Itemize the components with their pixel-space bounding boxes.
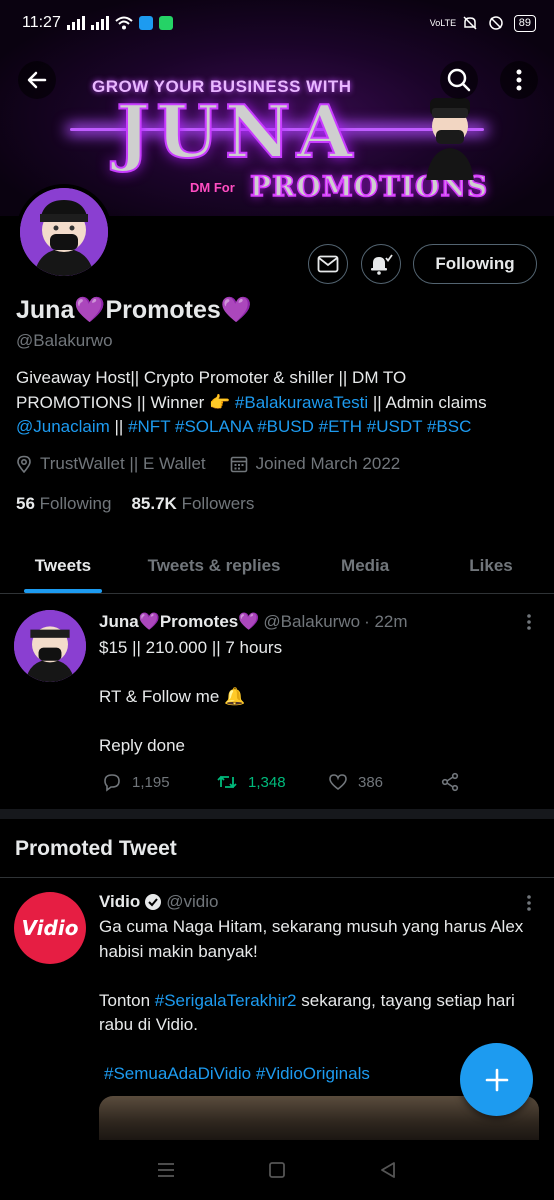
following-button[interactable]: Following [413,244,537,284]
tweet-actions: 1,195 1,348 386 [102,772,460,792]
profile-joined-date: Joined March 2022 [255,454,401,473]
tweet-header: Vidio @vidio [99,892,218,912]
tweet-text-paragraph: Ga cuma Naga Hitam, sekarang musuh yang … [99,917,524,961]
banner-title: JUNA [115,89,359,174]
clock: 11:27 [22,14,61,31]
vidio-logo: Vidio [21,916,79,940]
retweet-count: 1,348 [248,773,286,791]
tab-media[interactable]: Media [302,538,428,593]
hashtag-link[interactable]: #SerigalaTerakhir2 [155,991,297,1010]
reply-count: 1,195 [132,773,170,791]
profile-tabs: Tweets Tweets & replies Media Likes [0,538,554,594]
wifi-icon [115,16,133,30]
location-icon [17,455,31,473]
following-count-link[interactable]: 56 Following [16,494,111,514]
tweet-text-part: Tonton [99,990,155,1010]
profile-handle: @Balakurwo [16,331,113,350]
avatar-image [20,188,108,276]
like-button[interactable]: 386 [328,773,440,791]
tweet-author-name[interactable]: Juna💜Promotes💜 [99,612,259,632]
profile-name: Juna💜Promotes💜 [16,296,252,324]
share-icon [441,772,459,792]
mute-icon [463,16,477,30]
bio-line: Giveaway Host|| Crypto Promoter & shille… [16,368,407,387]
profile-location: TrustWallet || E Wallet [40,454,206,473]
vidio-avatar[interactable]: Vidio [14,892,86,964]
bio-mention-link[interactable]: @Junaclaim [16,417,110,436]
reply-icon [104,774,120,792]
compose-tweet-button[interactable] [460,1043,533,1116]
plus-icon [485,1068,508,1091]
section-divider [0,809,554,819]
tweet-avatar[interactable] [14,610,86,682]
tweet-text-line: $15 || 210.000 || 7 hours [99,638,283,657]
bio-line: @Junaclaim || #NFT #SOLANA #BUSD #ETH #U… [16,415,536,440]
bell-check-icon [371,254,393,275]
tab-likes[interactable]: Likes [428,538,554,593]
profile-bio: Giveaway Host|| Crypto Promoter & shille… [16,366,536,440]
signal-icon [66,16,85,30]
tweet-text-line: RT & Follow me 🔔 [99,687,246,706]
tab-tweets[interactable]: Tweets [0,538,126,593]
home-icon[interactable] [268,1161,286,1179]
tweet-author-handle: @Balakurwo [263,612,361,631]
message-button[interactable] [308,244,348,284]
back-nav-icon[interactable] [379,1161,397,1179]
tweet-timestamp: · 22m [364,612,408,631]
banner-character-image [426,98,474,180]
back-button[interactable] [18,61,56,99]
more-options-button[interactable] [500,61,538,99]
follow-counts: 56 Following 85.7K Followers [16,494,254,514]
retweet-button[interactable]: 1,348 [216,772,328,792]
retweet-icon [217,775,237,789]
verified-badge-icon [145,894,162,910]
search-icon [447,68,471,92]
bio-hashtag-link[interactable]: #BalakurawaTesti [235,393,368,412]
bio-line: PROMOTIONS || Winner 👉 #BalakurawaTesti … [16,391,536,416]
following-label: Following [39,494,112,513]
bio-text: PROMOTIONS || Winner 👉 [16,392,235,412]
profile-meta: TrustWallet || E Wallet Joined March 202… [16,454,400,474]
banner-dm-label: DM For [190,180,235,195]
bio-text: || [109,417,129,436]
twitter-notification-icon [138,16,153,30]
heart-icon [329,774,347,791]
recent-apps-icon[interactable] [157,1162,175,1178]
battery-indicator: 89 [513,14,536,32]
tweet-text-line: Reply done [99,736,186,755]
profile-avatar[interactable] [16,184,112,280]
signal-icon [90,16,109,30]
search-button[interactable] [440,61,478,99]
followers-count: 85.7K [131,494,177,513]
mail-icon [317,255,339,273]
tweet-author-handle: @vidio [166,892,219,911]
volte-label: VoLTE [429,17,457,28]
tab-tweets-replies[interactable]: Tweets & replies [126,538,302,593]
bio-text: || Admin claims [368,392,487,412]
calendar-icon [230,456,247,473]
share-button[interactable] [440,772,460,792]
notifications-button[interactable] [361,244,401,284]
whatsapp-notification-icon [158,16,173,30]
reply-button[interactable]: 1,195 [102,772,216,792]
more-vertical-icon [516,69,522,91]
tweet-text-paragraph: Tonton #SerigalaTerakhir2 sekarang, taya… [99,989,529,1038]
tweet-more-icon[interactable] [526,894,532,912]
like-count: 386 [358,773,384,791]
promoted-section-title: Promoted Tweet [15,837,177,860]
followers-count-link[interactable]: 85.7K Followers [131,494,254,514]
tweet-author-name[interactable]: Vidio [99,892,140,912]
tweet-text: $15 || 210.000 || 7 hours RT & Follow me… [99,636,529,759]
status-bar: 11:27 VoLTE 89 [0,0,554,46]
tweet-more-icon[interactable] [526,613,532,631]
following-count: 56 [16,494,35,513]
avatar-image [14,610,86,682]
bio-hashtags[interactable]: #NFT #SOLANA #BUSD #ETH #USDT #BSC [128,417,471,436]
vibrate-icon [489,16,503,30]
followers-label: Followers [181,494,255,513]
tweet-header: Juna💜Promotes💜 @Balakurwo · 22m [99,612,408,632]
system-nav-bar [0,1140,554,1200]
arrow-left-icon [27,71,47,89]
